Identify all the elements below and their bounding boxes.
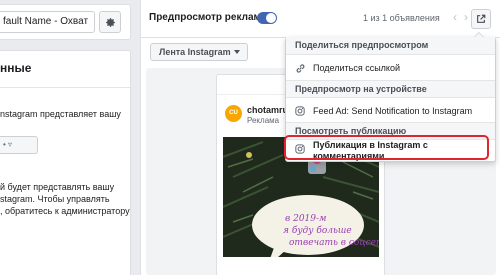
next-ad-button[interactable]: ›	[461, 9, 471, 25]
divider	[0, 87, 130, 88]
external-link-icon	[477, 14, 486, 23]
placement-label: Лента Instagram	[159, 47, 231, 57]
svg-text:я буду больше: я буду больше	[283, 225, 352, 236]
info-text-line: , обратитесь к администратору	[0, 206, 130, 216]
svg-text:в 2019-м: в 2019-м	[285, 214, 327, 224]
link-icon	[294, 62, 306, 74]
prev-ad-button[interactable]: ‹	[450, 9, 460, 25]
avatar: CU	[225, 105, 242, 122]
account-name: chotamru	[247, 105, 289, 115]
info-text-line: й будет представлять вашу	[0, 182, 115, 192]
section-title: нные	[0, 61, 32, 75]
menu-section-device: Предпросмотр на устройстве	[286, 80, 495, 98]
highlight-outline	[284, 135, 489, 160]
preview-label: Предпросмотр рекламы	[149, 12, 270, 23]
ad-name-input[interactable]: fault Name - Охват	[0, 11, 95, 33]
share-preview-button[interactable]	[471, 9, 491, 29]
toggle-knob	[266, 13, 276, 23]
gear-icon	[105, 17, 115, 27]
chevron-down-icon	[234, 50, 240, 54]
settings-button[interactable]	[99, 11, 121, 33]
menu-section-share: Поделиться предпросмотром	[286, 37, 495, 55]
identity-card: нные nstagram представляет вашу • ▿ й бу…	[0, 50, 131, 275]
preview-toggle[interactable]	[257, 12, 277, 24]
ad-count: 1 из 1 объявления	[363, 13, 440, 23]
left-panel: fault Name - Охват нные nstagram предста…	[0, 0, 136, 275]
preview-header: Предпросмотр рекламы 1 из 1 объявления ‹…	[141, 0, 500, 38]
svg-text:отвечать в соцсетях: отвечать в соцсетях	[289, 238, 379, 248]
instagram-icon	[294, 105, 306, 117]
menu-item-share-link[interactable]: Поделиться ссылкой	[286, 56, 495, 80]
ad-name-card: fault Name - Охват	[0, 4, 131, 40]
menu-item-label: Feed Ad: Send Notification to Instagram	[313, 106, 473, 116]
info-text-line: stagram. Чтобы управлять	[0, 194, 110, 204]
info-text: nstagram представляет вашу	[0, 109, 121, 119]
placement-dropdown[interactable]: Лента Instagram	[150, 43, 248, 61]
menu-item-feed-ad-notification[interactable]: Feed Ad: Send Notification to Instagram	[286, 99, 495, 123]
account-dropdown[interactable]: • ▿	[0, 136, 38, 154]
menu-item-label: Поделиться ссылкой	[313, 63, 400, 73]
sponsored-label: Реклама	[247, 116, 280, 125]
